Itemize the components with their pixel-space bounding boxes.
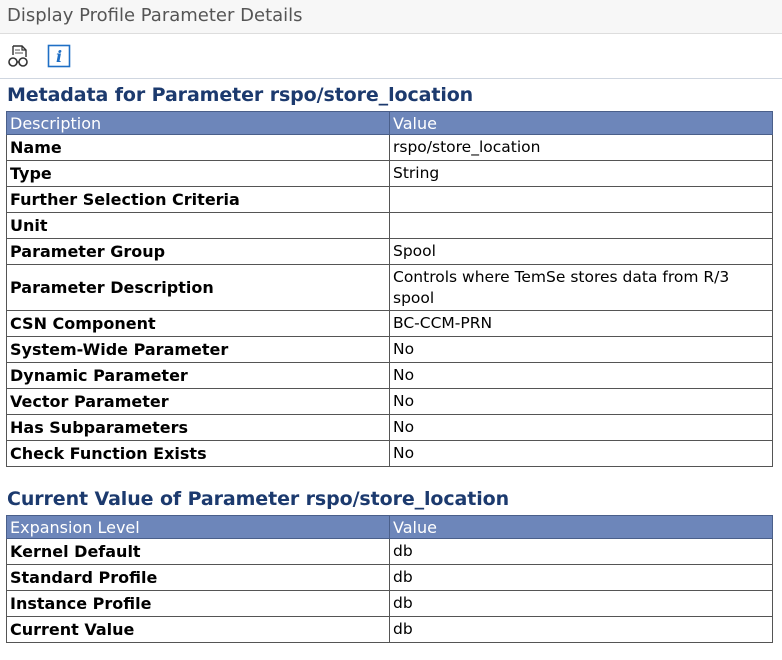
table-header-row: Description Value — [6, 111, 773, 135]
row-label: Check Function Exists — [6, 440, 390, 467]
documentation-glasses-icon — [7, 44, 31, 68]
table-row: Instance Profile db — [6, 590, 773, 617]
title-bar: Display Profile Parameter Details — [0, 0, 782, 34]
toolbar: i — [0, 35, 782, 79]
info-button[interactable]: i — [46, 43, 72, 69]
column-header-value[interactable]: Value — [389, 111, 773, 135]
table-row: Dynamic Parameter No — [6, 362, 773, 389]
column-header-value[interactable]: Value — [389, 515, 773, 539]
row-value: No — [389, 336, 773, 363]
row-value: db — [389, 538, 773, 565]
row-label: Unit — [6, 212, 390, 239]
row-value: db — [389, 616, 773, 643]
table-row: Standard Profile db — [6, 564, 773, 591]
row-label: Standard Profile — [6, 564, 390, 591]
row-value: No — [389, 388, 773, 415]
column-header-expansion-level[interactable]: Expansion Level — [6, 515, 390, 539]
documentation-button[interactable] — [6, 43, 32, 69]
row-label: Type — [6, 160, 390, 187]
row-label: Instance Profile — [6, 590, 390, 617]
metadata-table: Description Value Name rspo/store_locati… — [6, 111, 773, 467]
row-value: rspo/store_location — [389, 134, 773, 161]
row-value — [389, 186, 773, 213]
row-label: Parameter Description — [6, 264, 390, 311]
row-label: System-Wide Parameter — [6, 336, 390, 363]
row-label: Further Selection Criteria — [6, 186, 390, 213]
table-row: Current Value db — [6, 616, 773, 643]
column-header-description[interactable]: Description — [6, 111, 390, 135]
table-row: Vector Parameter No — [6, 388, 773, 415]
table-row: Type String — [6, 160, 773, 187]
row-value: No — [389, 414, 773, 441]
row-label: Vector Parameter — [6, 388, 390, 415]
table-header-row: Expansion Level Value — [6, 515, 773, 539]
current-value-section-title: Current Value of Parameter rspo/store_lo… — [7, 488, 510, 510]
table-row: CSN Component BC-CCM-PRN — [6, 310, 773, 337]
row-value: String — [389, 160, 773, 187]
table-row: Kernel Default db — [6, 538, 773, 565]
info-icon: i — [47, 44, 71, 68]
table-row: Further Selection Criteria — [6, 186, 773, 213]
table-row: Parameter Description Controls where Tem… — [6, 264, 773, 311]
row-label: Parameter Group — [6, 238, 390, 265]
table-row: Has Subparameters No — [6, 414, 773, 441]
row-value: No — [389, 362, 773, 389]
table-row: System-Wide Parameter No — [6, 336, 773, 363]
row-value: No — [389, 440, 773, 467]
row-value: BC-CCM-PRN — [389, 310, 773, 337]
row-value: Controls where TemSe stores data from R/… — [389, 264, 773, 311]
row-label: Name — [6, 134, 390, 161]
row-value: db — [389, 590, 773, 617]
row-label: Has Subparameters — [6, 414, 390, 441]
row-value — [389, 212, 773, 239]
metadata-section-title: Metadata for Parameter rspo/store_locati… — [7, 84, 474, 106]
row-value: Spool — [389, 238, 773, 265]
row-label: Dynamic Parameter — [6, 362, 390, 389]
table-row: Parameter Group Spool — [6, 238, 773, 265]
window-title: Display Profile Parameter Details — [7, 5, 303, 26]
table-row: Check Function Exists No — [6, 440, 773, 467]
row-value: db — [389, 564, 773, 591]
table-row: Name rspo/store_location — [6, 134, 773, 161]
table-row: Unit — [6, 212, 773, 239]
row-label: Kernel Default — [6, 538, 390, 565]
row-label: Current Value — [6, 616, 390, 643]
current-value-table: Expansion Level Value Kernel Default db … — [6, 515, 773, 643]
svg-text:i: i — [56, 47, 62, 66]
row-label: CSN Component — [6, 310, 390, 337]
